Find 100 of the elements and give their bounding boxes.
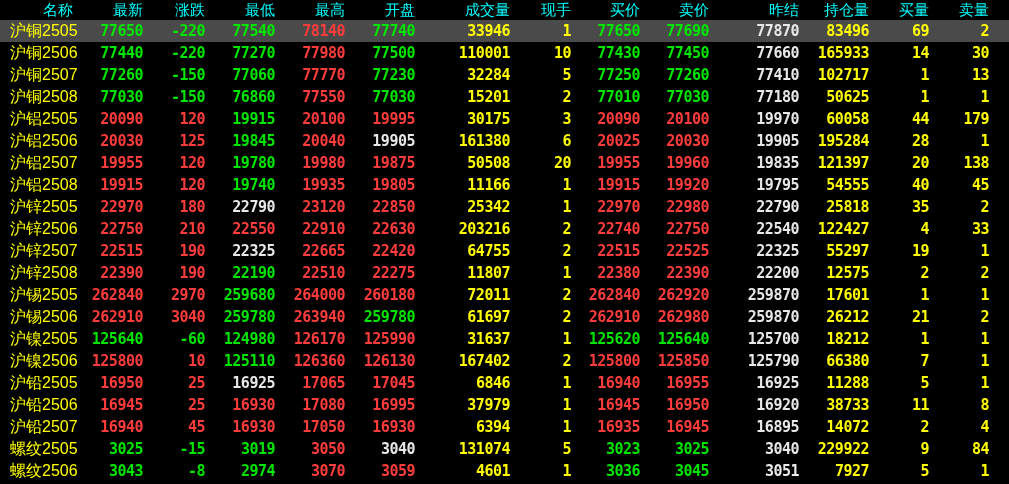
- contract-name: 沪锡2505: [10, 286, 78, 303]
- contract-name: 沪锌2507: [10, 242, 78, 259]
- table-cell: 2: [562, 352, 571, 370]
- column-header[interactable]: 成交量: [465, 1, 510, 18]
- column-header[interactable]: 卖价: [679, 1, 709, 18]
- table-cell: 77030: [666, 88, 709, 106]
- column-header[interactable]: 买量: [899, 1, 929, 18]
- table-cell: 64755: [467, 242, 510, 260]
- table-cell: 3: [562, 110, 571, 128]
- table-cell: 30: [971, 44, 989, 62]
- table-cell: 16940: [597, 374, 640, 392]
- contract-name: 沪铜2505: [10, 22, 78, 39]
- table-cell: 16920: [756, 396, 799, 414]
- contract-name: 沪铜2507: [10, 66, 78, 83]
- table-cell: 16945: [666, 418, 709, 436]
- table-cell: 21: [911, 308, 929, 326]
- table-cell: 19955: [597, 154, 640, 172]
- table-cell: 50625: [826, 88, 869, 106]
- table-cell: 60058: [826, 110, 869, 128]
- table-cell: 126170: [293, 330, 345, 348]
- table-cell: 16895: [756, 418, 799, 436]
- table-cell: 10: [553, 44, 571, 62]
- table-cell: 1: [562, 264, 571, 282]
- table-cell: 77230: [372, 66, 415, 84]
- column-header[interactable]: 买价: [610, 1, 640, 18]
- table-cell: 20040: [302, 132, 345, 150]
- table-cell: 20030: [100, 132, 143, 150]
- table-cell: -8: [187, 462, 205, 480]
- table-cell: 1: [562, 22, 571, 40]
- column-header[interactable]: 卖量: [959, 1, 989, 18]
- table-cell: 1: [562, 462, 571, 480]
- table-cell: 22630: [372, 220, 415, 238]
- table-cell: 19905: [372, 132, 415, 150]
- contract-name: 沪镍2506: [10, 352, 78, 369]
- table-cell: 40: [911, 176, 929, 194]
- table-cell: 259870: [747, 286, 799, 304]
- table-cell: 3050: [310, 440, 345, 458]
- table-cell: 45: [187, 418, 205, 436]
- table-cell: 77260: [100, 66, 143, 84]
- table-cell: 84: [971, 440, 989, 458]
- table-cell: 19995: [372, 110, 415, 128]
- table-cell: 77660: [756, 44, 799, 62]
- column-header[interactable]: 持仓量: [824, 1, 869, 18]
- table-cell: 77410: [756, 66, 799, 84]
- table-cell: 1: [920, 88, 929, 106]
- column-header[interactable]: 最低: [245, 1, 275, 18]
- table-cell: 25342: [467, 198, 510, 216]
- table-cell: 16995: [372, 396, 415, 414]
- table-cell: 190: [179, 242, 205, 260]
- table-cell: 20025: [597, 132, 640, 150]
- contract-name: 沪锌2508: [10, 264, 78, 281]
- table-cell: 19980: [302, 154, 345, 172]
- table-cell: 77740: [372, 22, 415, 40]
- column-header[interactable]: 名称: [43, 1, 73, 18]
- table-cell: 22200: [756, 264, 799, 282]
- table-cell: 14: [911, 44, 929, 62]
- table-cell: 35: [911, 198, 929, 216]
- table-cell: 77540: [232, 22, 275, 40]
- table-cell: 124980: [223, 330, 275, 348]
- table-cell: 262910: [91, 308, 143, 326]
- table-cell: 262840: [588, 286, 640, 304]
- table-cell: 138: [963, 154, 989, 172]
- table-cell: 77550: [302, 88, 345, 106]
- table-cell: 2: [920, 264, 929, 282]
- table-cell: 31637: [467, 330, 510, 348]
- table-cell: 22380: [597, 264, 640, 282]
- column-header[interactable]: 涨跌: [175, 1, 205, 18]
- table-cell: 78140: [302, 22, 345, 40]
- table-cell: 165933: [817, 44, 869, 62]
- table-cell: 69: [911, 22, 929, 40]
- table-cell: 125110: [223, 352, 275, 370]
- table-cell: 19970: [756, 110, 799, 128]
- table-cell: 2: [562, 88, 571, 106]
- table-cell: 19915: [232, 110, 275, 128]
- table-cell: 179: [963, 110, 989, 128]
- table-cell: 2: [980, 198, 989, 216]
- table-cell: 19795: [756, 176, 799, 194]
- column-header[interactable]: 最新: [113, 1, 143, 18]
- table-cell: 262920: [657, 286, 709, 304]
- table-cell: 125620: [588, 330, 640, 348]
- table-cell: 7: [920, 352, 929, 370]
- table-cell: 38733: [826, 396, 869, 414]
- table-cell: 19845: [232, 132, 275, 150]
- table-cell: 77430: [597, 44, 640, 62]
- contract-name: 沪锌2506: [10, 220, 78, 237]
- table-cell: 20100: [302, 110, 345, 128]
- table-cell: 126360: [293, 352, 345, 370]
- table-cell: 22325: [232, 242, 275, 260]
- table-cell: -150: [170, 66, 205, 84]
- column-header[interactable]: 开盘: [385, 1, 415, 18]
- column-header[interactable]: 昨结: [769, 1, 799, 18]
- table-cell: 229922: [817, 440, 869, 458]
- table-cell: 72011: [467, 286, 510, 304]
- table-cell: 22510: [302, 264, 345, 282]
- column-header[interactable]: 最高: [315, 1, 345, 18]
- table-cell: 77030: [100, 88, 143, 106]
- column-header[interactable]: 现手: [541, 1, 571, 18]
- table-cell: 20: [553, 154, 571, 172]
- quote-row[interactable]: 沪铜2505 77650 -220 77540 78140 77740 33946 1 77650 77690 77870 83496 69 2: [0, 20, 1009, 42]
- table-cell: -220: [170, 22, 205, 40]
